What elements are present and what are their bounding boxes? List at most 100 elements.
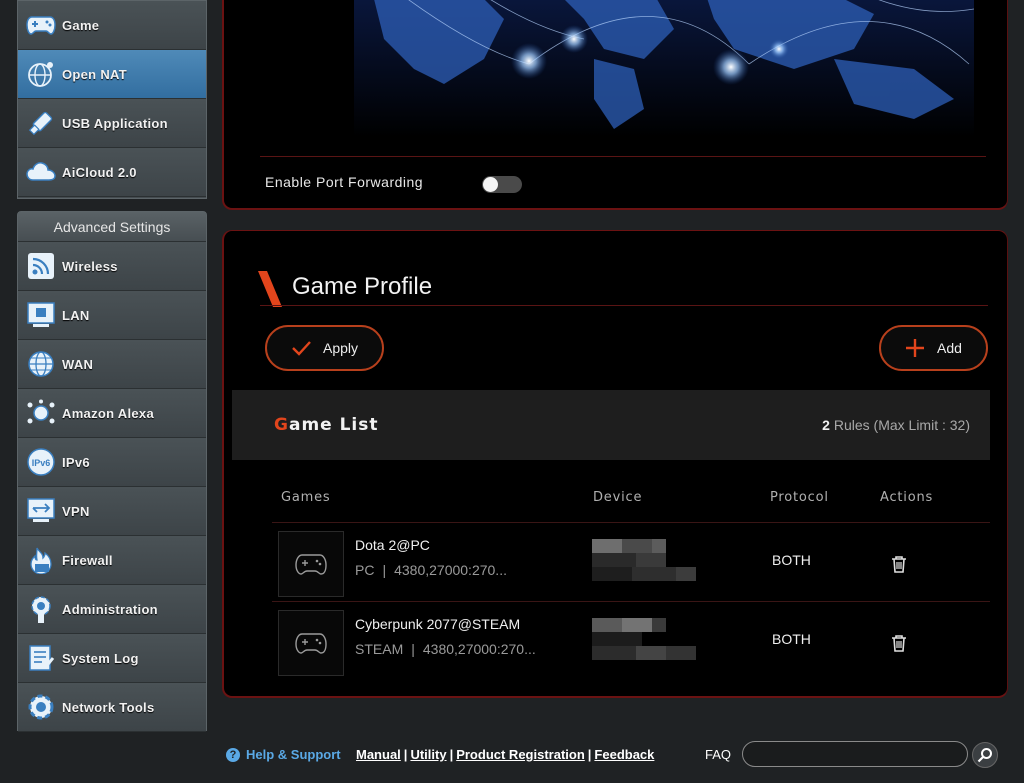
menu-item-vpn[interactable]: VPN xyxy=(18,487,206,536)
game-details: STEAM | 4380,27000:270... xyxy=(355,641,536,657)
menu-label: USB Application xyxy=(62,115,168,131)
search-icon xyxy=(977,748,992,763)
faq-label: FAQ xyxy=(705,747,732,762)
gamepad-icon xyxy=(295,633,327,654)
menu-item-lan[interactable]: LAN xyxy=(18,291,206,340)
gamepad-icon xyxy=(295,554,327,575)
trash-icon[interactable] xyxy=(890,555,908,573)
menu-label: LAN xyxy=(62,307,90,323)
menu-label: AiCloud 2.0 xyxy=(62,164,137,180)
ipv6-icon: IPv6 xyxy=(24,445,58,479)
column-header-protocol: Protocol xyxy=(770,490,829,505)
port-forwarding-panel: Enable Port Forwarding xyxy=(222,0,1008,210)
menu-item-administration[interactable]: Administration xyxy=(18,585,206,634)
game-list-title: Game List xyxy=(274,415,379,435)
menu-label: Firewall xyxy=(62,552,113,568)
wifi-icon xyxy=(24,249,58,283)
table-row[interactable]: Dota 2@PC PC | 4380,27000:270... BOTH xyxy=(272,524,990,602)
menu-item-wan[interactable]: WAN xyxy=(18,340,206,389)
game-profile-title: Game Profile xyxy=(292,273,433,300)
menu-label: Administration xyxy=(62,601,158,617)
column-header-device: Device xyxy=(593,490,643,505)
device-redacted xyxy=(592,539,696,581)
menu-item-usb-application[interactable]: USB Application xyxy=(18,99,206,148)
column-header-games: Games xyxy=(281,490,331,505)
menu-label: Game xyxy=(62,17,100,33)
question-icon: ? xyxy=(226,747,240,762)
footer: ? Help & Support Manual | Utility | Product … xyxy=(222,740,1024,783)
world-map-banner xyxy=(354,0,974,137)
menu-item-system-log[interactable]: System Log xyxy=(18,634,206,683)
advanced-settings-header: Advanced Settings xyxy=(18,212,206,242)
game-list-header: Game List 2 Rules (Max Limit : 32) xyxy=(232,390,990,460)
game-profile-panel: Game Profile Apply Add Game List 2 Rules… xyxy=(222,230,1008,698)
game-thumbnail xyxy=(278,531,344,597)
divider xyxy=(260,156,986,157)
apply-button[interactable]: Apply xyxy=(265,325,384,371)
menu-item-firewall[interactable]: Firewall xyxy=(18,536,206,585)
footer-links: Manual | Utility | Product Registration | Feed… xyxy=(356,747,655,762)
device-redacted xyxy=(592,618,696,660)
apply-label: Apply xyxy=(323,340,359,356)
menu-item-ipv6[interactable]: IPv6 IPv6 xyxy=(18,438,206,487)
manual-link[interactable]: Manual xyxy=(356,747,401,762)
utility-link[interactable]: Utility xyxy=(410,747,446,762)
cloud-icon xyxy=(24,155,58,189)
menu-label: Open NAT xyxy=(62,66,127,82)
divider xyxy=(272,522,990,523)
sidebar: Game Open NAT USB Application AiCloud 2.… xyxy=(0,0,222,783)
menu-item-open-nat[interactable]: Open NAT xyxy=(18,50,206,99)
advanced-menu: Advanced Settings Wireless LAN WAN Amazo… xyxy=(17,211,207,732)
menu-label: VPN xyxy=(62,503,90,519)
system-log-icon xyxy=(24,641,58,675)
alexa-icon xyxy=(24,396,58,430)
toggle-knob xyxy=(483,177,498,192)
table-row[interactable]: Cyberpunk 2077@STEAM STEAM | 4380,27000:27… xyxy=(272,603,990,681)
menu-label: Amazon Alexa xyxy=(62,405,154,421)
faq-search-button[interactable] xyxy=(972,742,998,768)
top-menu: Game Open NAT USB Application AiCloud 2.… xyxy=(17,0,207,199)
menu-label: Wireless xyxy=(62,258,118,274)
menu-item-network-tools[interactable]: Network Tools xyxy=(18,683,206,732)
divider xyxy=(260,305,988,306)
faq-search-input[interactable] xyxy=(742,741,968,767)
usb-stick-icon xyxy=(24,106,58,140)
lan-icon xyxy=(24,298,58,332)
menu-label: Network Tools xyxy=(62,699,155,715)
feedback-link[interactable]: Feedback xyxy=(594,747,654,762)
protocol-value: BOTH xyxy=(772,552,811,568)
menu-item-aicloud[interactable]: AiCloud 2.0 xyxy=(18,148,206,197)
product-registration-link[interactable]: Product Registration xyxy=(456,747,585,762)
port-forwarding-toggle[interactable] xyxy=(482,176,522,193)
menu-label: System Log xyxy=(62,650,139,666)
add-label: Add xyxy=(937,340,962,356)
menu-item-wireless[interactable]: Wireless xyxy=(18,242,206,291)
check-icon xyxy=(292,341,311,356)
game-name: Cyberpunk 2077@STEAM xyxy=(355,616,521,632)
protocol-value: BOTH xyxy=(772,631,811,647)
game-thumbnail xyxy=(278,610,344,676)
divider xyxy=(272,601,990,602)
trash-icon[interactable] xyxy=(890,634,908,652)
globe-icon xyxy=(24,347,58,381)
main-content: Enable Port Forwarding Game Profile Appl… xyxy=(222,0,1024,740)
add-button[interactable]: Add xyxy=(879,325,988,371)
rules-count: 2 Rules (Max Limit : 32) xyxy=(822,417,970,433)
admin-gear-icon xyxy=(24,592,58,626)
plus-icon xyxy=(906,339,924,357)
help-support-link[interactable]: ? Help & Support xyxy=(226,747,341,762)
vpn-icon xyxy=(24,494,58,528)
title-accent-slash xyxy=(258,271,282,307)
menu-label: WAN xyxy=(62,356,94,372)
globe-network-icon xyxy=(24,57,58,91)
game-details: PC | 4380,27000:270... xyxy=(355,562,507,578)
column-header-actions: Actions xyxy=(880,490,934,505)
port-forwarding-label: Enable Port Forwarding xyxy=(265,174,424,190)
help-label: Help & Support xyxy=(246,747,341,762)
network-tools-icon xyxy=(24,690,58,724)
menu-item-game[interactable]: Game xyxy=(18,1,206,50)
svg-text:IPv6: IPv6 xyxy=(32,458,51,468)
menu-label: IPv6 xyxy=(62,454,90,470)
menu-item-amazon-alexa[interactable]: Amazon Alexa xyxy=(18,389,206,438)
game-name: Dota 2@PC xyxy=(355,537,430,553)
